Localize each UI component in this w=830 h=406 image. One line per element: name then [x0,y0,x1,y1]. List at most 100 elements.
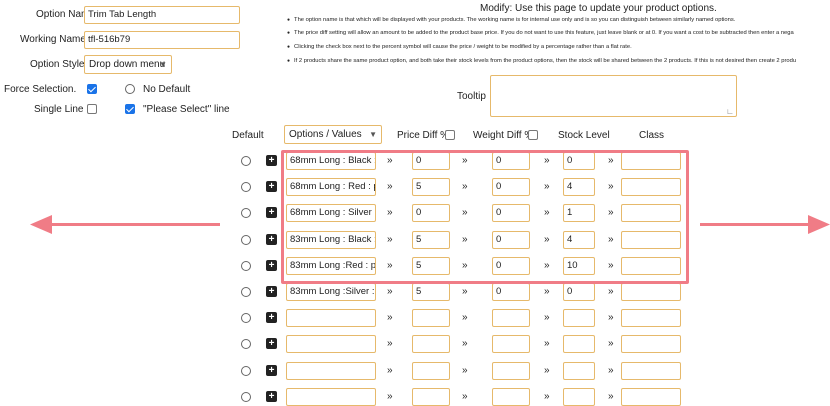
chevron-down-icon: ▼ [369,130,377,139]
option-value-input[interactable]: 68mm Long : Silver : p [286,204,376,222]
separator-icon: » [387,338,393,349]
default-radio[interactable] [241,235,251,245]
separator-icon: » [608,312,614,323]
option-name-input[interactable]: Trim Tab Length [84,6,240,24]
weight-diff-input[interactable]: 0 [492,204,530,222]
class-input[interactable] [621,257,681,275]
weight-diff-input[interactable]: 0 [492,152,530,170]
separator-icon: » [462,338,468,349]
plus-icon[interactable]: + [266,155,277,166]
weight-diff-input[interactable]: 0 [492,257,530,275]
class-input[interactable] [621,231,681,249]
class-input[interactable] [621,362,681,380]
stock-level-input[interactable]: 4 [563,231,595,249]
option-value-input[interactable] [286,309,376,327]
separator-icon: » [462,181,468,192]
default-radio[interactable] [241,182,251,192]
option-value-input[interactable]: 83mm Long : Black : p [286,231,376,249]
options-values-select[interactable]: Options / Values ▼ [284,125,382,144]
price-diff-input[interactable] [412,335,450,353]
price-diff-input[interactable]: 5 [412,283,450,301]
please-select-checkbox[interactable] [125,104,135,114]
note-shared-stock: If 2 products share the same product opt… [287,58,796,64]
plus-icon[interactable]: + [266,365,277,376]
default-radio[interactable] [241,208,251,218]
class-input[interactable] [621,152,681,170]
class-input[interactable] [621,335,681,353]
default-radio[interactable] [241,287,251,297]
plus-icon[interactable]: + [266,181,277,192]
separator-icon: » [387,207,393,218]
plus-icon[interactable]: + [266,391,277,402]
working-name-input[interactable]: tfl-516b79 [84,31,240,49]
stock-level-input[interactable] [563,335,595,353]
option-value-input[interactable]: 68mm Long : Red : p [286,178,376,196]
option-value-input[interactable] [286,335,376,353]
please-select-label: "Please Select" line [143,104,230,115]
separator-icon: » [544,338,550,349]
plus-icon[interactable]: + [266,312,277,323]
separator-icon: » [387,155,393,166]
right-arrow-icon [808,215,830,234]
price-diff-percent-checkbox[interactable] [445,130,455,140]
stock-level-input[interactable]: 10 [563,257,595,275]
stock-level-input[interactable]: 0 [563,152,595,170]
default-radio[interactable] [241,366,251,376]
default-radio[interactable] [241,261,251,271]
option-style-select[interactable]: Drop down menu ▼ [84,55,172,74]
price-diff-input[interactable]: 5 [412,178,450,196]
plus-icon[interactable]: + [266,286,277,297]
default-radio[interactable] [241,339,251,349]
stock-level-input[interactable] [563,362,595,380]
weight-diff-input[interactable] [492,335,530,353]
price-diff-input[interactable] [412,362,450,380]
default-radio[interactable] [241,392,251,402]
price-diff-input[interactable] [412,309,450,327]
price-diff-input[interactable]: 0 [412,152,450,170]
separator-icon: » [544,391,550,402]
no-default-radio[interactable] [125,84,135,94]
default-radio[interactable] [241,313,251,323]
option-value-input[interactable]: 68mm Long : Black : p [286,152,376,170]
weight-diff-input[interactable] [492,309,530,327]
plus-icon[interactable]: + [266,260,277,271]
separator-icon: » [544,286,550,297]
resize-handle-icon[interactable]: ∟ [726,108,734,116]
plus-icon[interactable]: + [266,338,277,349]
separator-icon: » [462,312,468,323]
class-input[interactable] [621,388,681,406]
stock-level-input[interactable]: 0 [563,283,595,301]
weight-diff-percent-checkbox[interactable] [528,130,538,140]
weight-diff-input[interactable] [492,362,530,380]
option-value-input[interactable] [286,362,376,380]
class-input[interactable] [621,178,681,196]
plus-icon[interactable]: + [266,234,277,245]
weight-diff-input[interactable] [492,388,530,406]
default-radio[interactable] [241,156,251,166]
weight-diff-input[interactable]: 0 [492,178,530,196]
separator-icon: » [462,365,468,376]
price-diff-input[interactable]: 5 [412,257,450,275]
stock-level-input[interactable]: 1 [563,204,595,222]
separator-icon: » [387,391,393,402]
option-value-input[interactable]: 83mm Long :Silver : p [286,283,376,301]
separator-icon: » [608,338,614,349]
price-diff-input[interactable]: 0 [412,204,450,222]
class-input[interactable] [621,204,681,222]
option-value-input[interactable]: 83mm Long :Red : pn [286,257,376,275]
weight-diff-input[interactable]: 0 [492,283,530,301]
stock-level-input[interactable] [563,309,595,327]
stock-level-input[interactable]: 4 [563,178,595,196]
weight-diff-input[interactable]: 0 [492,231,530,249]
class-input[interactable] [621,309,681,327]
class-input[interactable] [621,283,681,301]
force-selection-checkbox[interactable] [87,84,97,94]
plus-icon[interactable]: + [266,207,277,218]
header-stock-level: Stock Level [558,130,610,141]
tooltip-textarea[interactable]: ∟ [490,75,737,117]
stock-level-input[interactable] [563,388,595,406]
price-diff-input[interactable] [412,388,450,406]
single-line-checkbox[interactable] [87,104,97,114]
price-diff-input[interactable]: 5 [412,231,450,249]
option-value-input[interactable] [286,388,376,406]
